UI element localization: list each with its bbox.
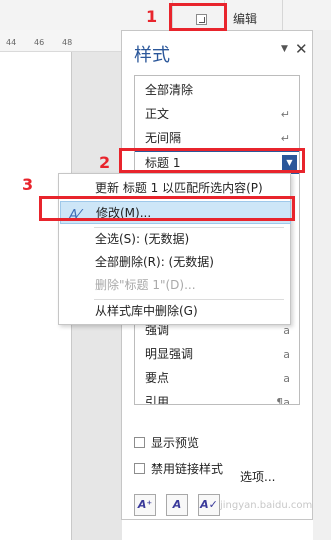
style-item-label: 要点 — [145, 371, 170, 385]
character-style-icon: a — [283, 372, 290, 385]
menu-item-label: 从样式库中删除(G) — [95, 304, 198, 318]
disable-linked-styles-label: 禁用链接样式 — [151, 462, 224, 476]
menu-item-select-all[interactable]: 全选(S): (无数据) — [60, 228, 291, 251]
menu-item-label: 全选(S): (无数据) — [95, 232, 190, 246]
menu-item-label: 更新 标题 1 以匹配所选内容(P) — [95, 181, 263, 195]
styles-pane-title: 样式 — [134, 45, 170, 66]
disable-linked-styles-checkbox[interactable]: 禁用链接样式 — [134, 460, 223, 478]
style-item-label: 无间隔 — [145, 131, 182, 145]
style-inspector-button[interactable]: A — [166, 494, 188, 516]
edit-group-label[interactable]: 编辑 — [233, 10, 257, 27]
style-item-label: 正文 — [145, 107, 170, 121]
annotation-box-2 — [119, 148, 305, 173]
menu-item-label: 删除"标题 1"(D)... — [95, 278, 196, 292]
horizontal-ruler: 44 46 48 — [0, 30, 122, 52]
character-style-icon: a — [283, 348, 290, 361]
style-item-label: 全部清除 — [145, 83, 194, 97]
new-style-button[interactable]: A⁺ — [134, 494, 156, 516]
annotation-box-3 — [39, 196, 295, 221]
annotation-number-3: 3 — [22, 175, 34, 194]
ribbon-strip: 编辑 — [0, 0, 331, 30]
manage-styles-icon: A✓ — [200, 498, 218, 511]
annotation-box-1 — [169, 3, 227, 31]
menu-item-delete-style: 删除"标题 1"(D)... — [60, 274, 291, 297]
annotation-number-1: 1 — [146, 7, 158, 26]
checkbox-icon[interactable] — [134, 437, 145, 448]
style-item-quote[interactable]: 引用 ¶a — [135, 391, 299, 405]
style-item-strong[interactable]: 要点 a — [135, 367, 299, 390]
style-item-clear-all[interactable]: 全部清除 — [135, 79, 299, 102]
new-style-icon: A⁺ — [137, 498, 153, 511]
style-item-label: 引用 — [145, 395, 170, 405]
style-item-label: 明显强调 — [145, 347, 194, 361]
show-preview-label: 显示预览 — [151, 436, 200, 450]
style-item-no-spacing[interactable]: 无间隔 ↵ — [135, 127, 299, 150]
linked-style-icon: ¶a — [276, 396, 290, 405]
menu-item-remove-from-gallery[interactable]: 从样式库中删除(G) — [60, 300, 291, 323]
ruler-tick: 46 — [34, 38, 45, 47]
ruler-tick: 48 — [62, 38, 73, 47]
ribbon-separator — [282, 0, 283, 30]
annotation-number-2: 2 — [99, 153, 111, 172]
watermark: jingyan.baidu.com — [220, 500, 313, 511]
menu-item-label: 全部删除(R): (无数据) — [95, 255, 214, 269]
paragraph-mark-icon: ↵ — [280, 108, 290, 121]
checkbox-icon[interactable] — [134, 463, 145, 474]
style-item-normal[interactable]: 正文 ↵ — [135, 103, 299, 126]
right-scroll-strip — [313, 30, 331, 540]
manage-styles-button[interactable]: A✓ — [198, 494, 220, 516]
pane-options-chevron-icon[interactable]: ▼ — [281, 44, 288, 54]
options-link[interactable]: 选项... — [240, 468, 275, 485]
ruler-tick: 44 — [6, 38, 17, 47]
show-preview-checkbox[interactable]: 显示预览 — [134, 434, 199, 452]
menu-item-remove-all[interactable]: 全部删除(R): (无数据) — [60, 251, 291, 274]
style-inspector-icon: A — [172, 498, 182, 511]
style-item-label: 强调 — [145, 323, 170, 337]
style-item-intense-emphasis[interactable]: 明显强调 a — [135, 343, 299, 366]
close-icon[interactable]: ✕ — [295, 40, 308, 58]
paragraph-mark-icon: ↵ — [280, 132, 290, 145]
